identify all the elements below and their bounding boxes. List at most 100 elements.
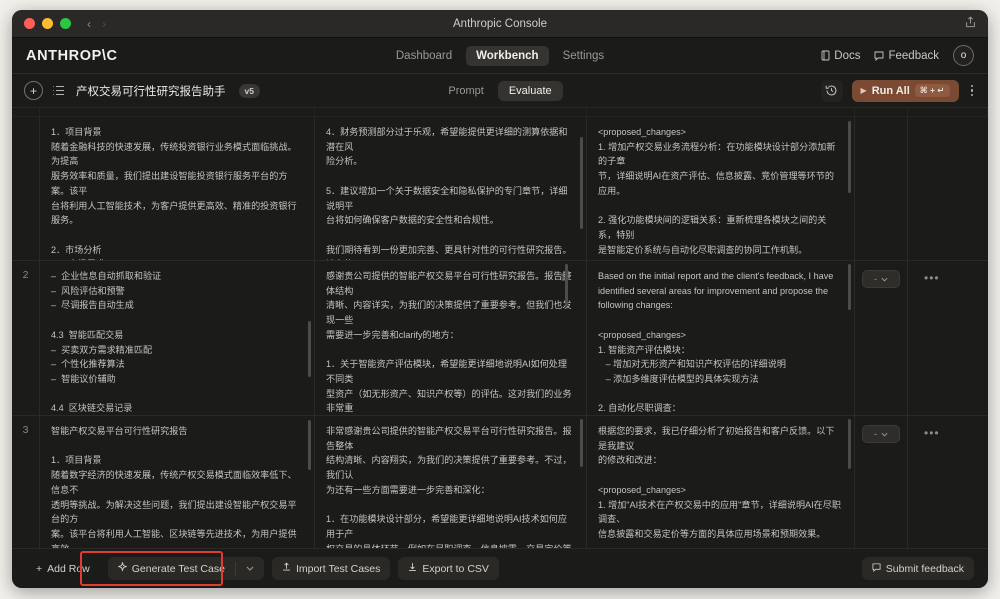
grid-header-clipped [12, 108, 988, 117]
cell-text: 感谢贵公司提供的智能产权交易平台可行性研究报告。报告整体结构 清晰、内容详实，为… [326, 271, 572, 414]
app-window: ‹ › Anthropic Console ANTHROP\C Dashboar… [12, 10, 988, 588]
cell-text: 4．财务预测部分过于乐观，希望能提供更详细的测算依据和潜在风 险分析。 5．建议… [326, 127, 572, 260]
cell-scrollbar[interactable] [308, 420, 311, 470]
cell-scrollbar[interactable] [565, 264, 568, 306]
version-badge[interactable]: v5 [238, 83, 260, 98]
submit-feedback-button[interactable]: Submit feedback [861, 557, 974, 580]
list-icon[interactable] [52, 85, 65, 96]
sparkle-icon [117, 561, 128, 575]
row-number: 2 [12, 261, 40, 415]
maximize-window-button[interactable] [60, 18, 71, 29]
export-to-csv-button[interactable]: Export to CSV [398, 557, 499, 580]
cell-text: 根据您的要求，我已仔细分析了初始报告和客户反馈。以下是我建议 的修改和改进： <… [598, 426, 841, 540]
generate-test-case-label: Generate Test Case [131, 562, 225, 575]
row-overflow-cell: ••• [908, 416, 988, 548]
row-action-cell: - [855, 416, 908, 548]
grid-rows: 1．项目背景 随着金融科技的快速发展，传统投资银行业务模式面临挑战。为提高 服务… [12, 108, 988, 548]
speech-bubble-icon [874, 51, 884, 61]
window-title: Anthropic Console [453, 17, 547, 30]
forward-arrow-icon[interactable]: › [102, 18, 106, 30]
chevron-down-icon[interactable] [246, 564, 254, 573]
cell-text: 非常感谢贵公司提供的智能产权交易平台可行性研究报告。报告整体 结构清晰、内容翔实… [326, 426, 572, 548]
row-select-dropdown[interactable]: - [862, 270, 900, 288]
bottom-toolbar: + Add Row Generate Test Case Import Test… [12, 548, 988, 588]
minimize-window-button[interactable] [42, 18, 53, 29]
back-arrow-icon[interactable]: ‹ [87, 18, 91, 30]
cell-text: Based on the initial report and the clie… [598, 271, 834, 414]
row-cell-input[interactable]: 智能产权交易平台可行性研究报告 1．项目背景 随着数字经济的快速发展，传统产权交… [40, 416, 315, 548]
table-row[interactable]: 2 – 企业信息自动抓取和验证 – 风险评估和预警 – 尽调报告自动生成 4.3… [12, 261, 988, 416]
nav-item-workbench[interactable]: Workbench [466, 45, 549, 66]
row-cell-feedback[interactable]: 非常感谢贵公司提供的智能产权交易平台可行性研究报告。报告整体 结构清晰、内容翔实… [315, 416, 587, 548]
docs-label: Docs [834, 49, 861, 62]
row-cell-feedback[interactable]: 感谢贵公司提供的智能产权交易平台可行性研究报告。报告整体结构 清晰、内容详实，为… [315, 261, 587, 415]
header-actions: Docs Feedback o [821, 45, 974, 66]
avatar[interactable]: o [953, 45, 974, 66]
tab-evaluate[interactable]: Evaluate [497, 80, 563, 101]
row-select-value: - [874, 429, 877, 439]
cell-scrollbar[interactable] [580, 419, 583, 467]
generate-test-case-button[interactable]: Generate Test Case [107, 557, 264, 580]
import-test-cases-label: Import Test Cases [295, 562, 381, 575]
submit-feedback-label: Submit feedback [885, 562, 964, 575]
cell-scrollbar[interactable] [848, 264, 851, 310]
close-window-button[interactable] [24, 18, 35, 29]
app-header: ANTHROP\C Dashboard Workbench Settings D… [12, 38, 988, 74]
evaluation-grid[interactable]: 1．项目背景 随着金融科技的快速发展，传统投资银行业务模式面临挑战。为提高 服务… [12, 108, 988, 548]
title-bar: ‹ › Anthropic Console [12, 10, 988, 38]
workbench-toolbar: + 产权交易可行性研究报告助手 v5 Prompt Evaluate ▶ Run… [12, 74, 988, 108]
play-icon: ▶ [860, 86, 867, 95]
table-row[interactable]: 3 智能产权交易平台可行性研究报告 1．项目背景 随着数字经济的快速发展，传统产… [12, 416, 988, 548]
upload-icon [282, 562, 291, 575]
window-controls[interactable] [24, 18, 71, 29]
prompt-title[interactable]: 产权交易可行性研究报告助手 [76, 83, 226, 99]
chevron-down-icon [881, 274, 888, 284]
cell-text: 1．项目背景 随着金融科技的快速发展，传统投资银行业务模式面临挑战。为提高 服务… [51, 127, 297, 260]
tab-prompt[interactable]: Prompt [437, 81, 494, 101]
row-overflow-cell: ••• [908, 261, 988, 415]
add-row-button[interactable]: + Add Row [26, 557, 100, 580]
browser-nav[interactable]: ‹ › [87, 18, 106, 30]
cell-text: <proposed_changes> 1. 增加产权交易业务流程分析：在功能模块… [598, 127, 836, 255]
row-overflow-cell [908, 117, 988, 260]
cell-scrollbar[interactable] [848, 121, 851, 193]
feedback-label: Feedback [888, 49, 939, 62]
import-test-cases-button[interactable]: Import Test Cases [271, 557, 391, 580]
row-cell-output[interactable]: <proposed_changes> 1. 增加产权交易业务流程分析：在功能模块… [587, 117, 855, 260]
toolbar-kebab-menu[interactable] [968, 84, 977, 97]
cell-scrollbar[interactable] [580, 137, 583, 229]
cell-scrollbar[interactable] [848, 419, 851, 469]
button-divider [234, 561, 236, 576]
add-row-label: Add Row [47, 562, 90, 575]
row-number: 3 [12, 416, 40, 548]
chevron-down-icon [881, 429, 888, 439]
toolbar-actions: ▶ Run All ⌘ + ↵ [820, 79, 977, 102]
row-cell-output[interactable]: 根据您的要求，我已仔细分析了初始报告和客户反馈。以下是我建议 的修改和改进： <… [587, 416, 855, 548]
row-more-menu[interactable]: ••• [924, 427, 988, 439]
history-clock-icon[interactable] [820, 79, 843, 102]
feedback-link[interactable]: Feedback [874, 50, 939, 62]
row-cell-output[interactable]: Based on the initial report and the clie… [587, 261, 855, 415]
row-action-cell: - [855, 261, 908, 415]
docs-link[interactable]: Docs [821, 50, 860, 62]
table-row[interactable]: 1．项目背景 随着金融科技的快速发展，传统投资银行业务模式面临挑战。为提高 服务… [12, 117, 988, 261]
download-icon [408, 562, 417, 575]
row-more-menu[interactable]: ••• [924, 272, 988, 284]
row-select-dropdown[interactable]: - [862, 425, 900, 443]
run-all-label: Run All [871, 84, 910, 97]
nav-item-dashboard[interactable]: Dashboard [386, 46, 462, 66]
row-select-value: - [874, 274, 877, 284]
run-all-shortcut: ⌘ + ↵ [914, 84, 950, 97]
new-item-icon[interactable]: + [24, 81, 43, 100]
cell-text: – 企业信息自动抓取和验证 – 风险评估和预警 – 尽调报告自动生成 4.3 智… [51, 271, 162, 414]
nav-item-settings[interactable]: Settings [553, 46, 615, 66]
anthropic-logo: ANTHROP\C [26, 47, 118, 64]
row-cell-input[interactable]: – 企业信息自动抓取和验证 – 风险评估和预警 – 尽调报告自动生成 4.3 智… [40, 261, 315, 415]
cell-scrollbar[interactable] [308, 321, 311, 377]
row-action-cell [855, 117, 908, 260]
plus-icon: + [36, 562, 43, 575]
share-icon[interactable] [965, 16, 976, 31]
row-cell-input[interactable]: 1．项目背景 随着金融科技的快速发展，传统投资银行业务模式面临挑战。为提高 服务… [40, 117, 315, 260]
row-cell-feedback[interactable]: 4．财务预测部分过于乐观，希望能提供更详细的测算依据和潜在风 险分析。 5．建议… [315, 117, 587, 260]
run-all-button[interactable]: ▶ Run All ⌘ + ↵ [851, 79, 959, 102]
